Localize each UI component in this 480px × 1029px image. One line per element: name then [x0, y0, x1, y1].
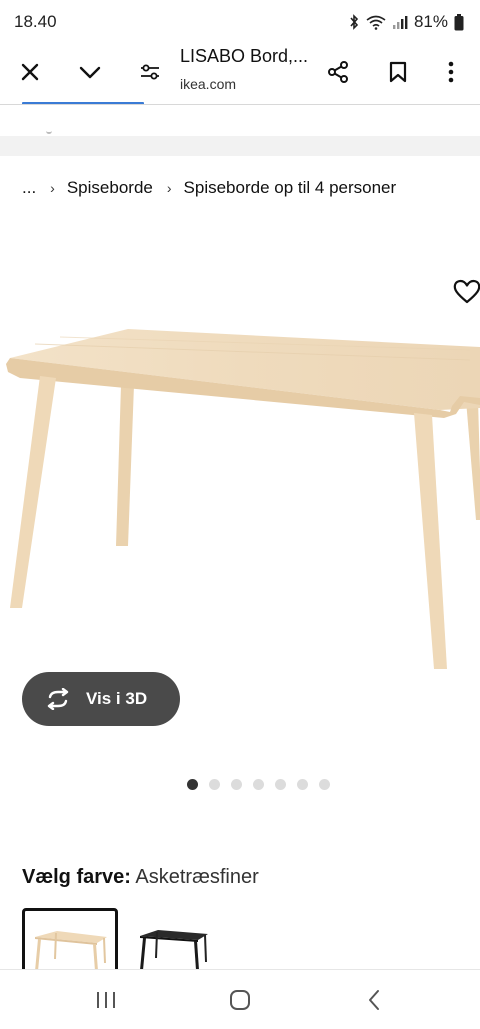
close-icon — [21, 63, 39, 81]
status-icons: 81% — [348, 12, 464, 32]
share-icon — [328, 61, 348, 83]
breadcrumb: ... › Spiseborde › Spiseborde op til 4 p… — [22, 178, 396, 198]
battery-icon — [454, 13, 464, 30]
bluetooth-icon — [350, 14, 359, 30]
recents-icon — [97, 992, 115, 1008]
chevron-down-icon — [79, 66, 101, 79]
system-nav-bar — [0, 969, 480, 1029]
page-title[interactable]: LISABO Bord,... — [180, 46, 308, 67]
more-options-button[interactable] — [433, 54, 469, 90]
carousel-dot[interactable] — [297, 779, 308, 790]
breadcrumb-ellipsis[interactable]: ... — [22, 178, 36, 198]
swatch-ash-image — [35, 931, 107, 971]
product-image[interactable] — [0, 230, 480, 700]
toolbar-divider — [0, 104, 480, 105]
view-3d-label: Vis i 3D — [86, 689, 148, 708]
carousel-dot[interactable] — [319, 779, 330, 790]
color-swatch-ash[interactable] — [22, 908, 118, 978]
bookmark-icon — [389, 61, 407, 83]
home-icon — [230, 990, 250, 1010]
wifi-icon — [366, 15, 386, 30]
status-bar: 18.40 81% — [0, 0, 480, 44]
status-time: 18.40 — [14, 12, 57, 31]
collapse-button[interactable] — [72, 54, 108, 90]
breadcrumb-separator-icon: › — [50, 180, 55, 196]
info-banner-strip — [0, 132, 480, 156]
battery-percent: 81% — [413, 12, 448, 31]
breadcrumb-item-spiseborde[interactable]: Spiseborde — [67, 178, 153, 198]
bookmark-button[interactable] — [380, 54, 416, 90]
color-label-value: Asketræsfiner — [135, 866, 259, 888]
carousel-dot[interactable] — [231, 779, 242, 790]
carousel-dot[interactable] — [253, 779, 264, 790]
share-button[interactable] — [320, 54, 356, 90]
site-settings-button[interactable] — [132, 54, 168, 90]
color-label-title: Vælg farve: — [22, 866, 131, 888]
view-3d-button[interactable]: Vis i 3D — [22, 672, 180, 726]
heart-icon[interactable] — [452, 278, 480, 306]
carousel-dots — [187, 779, 330, 790]
more-vert-icon — [448, 61, 454, 83]
color-swatch-black[interactable] — [134, 908, 230, 978]
rotate-3d-icon — [47, 688, 69, 710]
back-button[interactable] — [354, 984, 394, 1016]
tune-icon — [141, 64, 159, 80]
carousel-dot[interactable] — [187, 779, 198, 790]
signal-icon — [392, 16, 408, 29]
back-icon — [369, 990, 379, 1010]
banner-hint — [46, 130, 52, 134]
breadcrumb-separator-icon: › — [166, 180, 172, 196]
carousel-dot[interactable] — [275, 779, 286, 790]
carousel-dot[interactable] — [209, 779, 220, 790]
color-chooser-label: Vælg farve: Asketræsfiner — [22, 866, 259, 889]
swatch-black-image — [140, 930, 208, 970]
home-button[interactable] — [220, 984, 260, 1016]
breadcrumb-item-current[interactable]: Spiseborde op til 4 personer — [184, 178, 397, 198]
recents-button[interactable] — [86, 984, 126, 1016]
page-domain: ikea.com — [180, 76, 237, 92]
close-tab-button[interactable] — [12, 54, 48, 90]
